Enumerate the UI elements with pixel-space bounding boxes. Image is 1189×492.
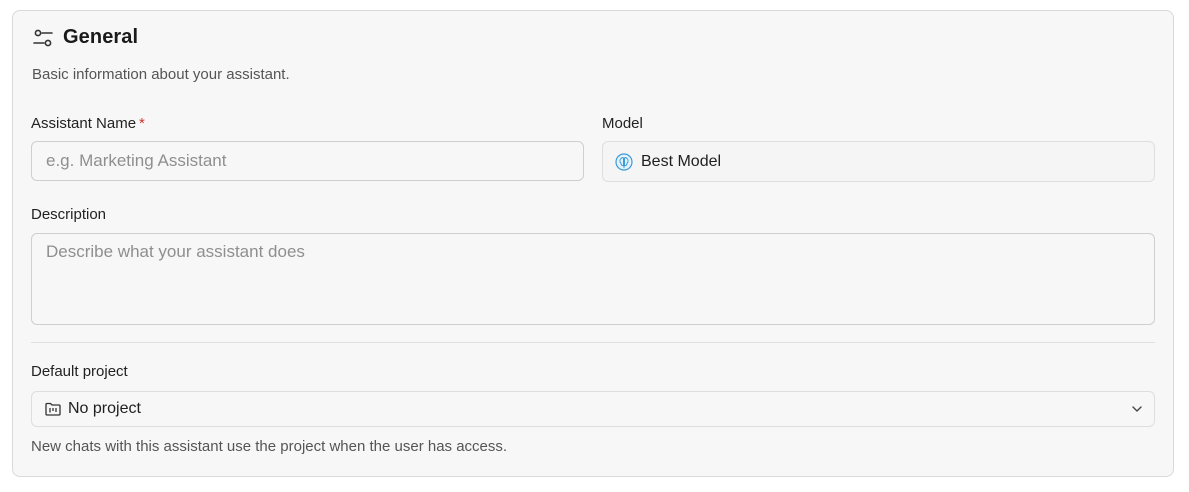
general-settings-card: General Basic information about your ass…	[12, 10, 1174, 477]
model-label: Model	[602, 115, 643, 132]
description-label: Description	[31, 206, 107, 223]
assistant-name-label: Assistant Name *	[31, 115, 145, 132]
description-textarea[interactable]	[31, 233, 1155, 325]
model-selector[interactable]: Best Model	[602, 141, 1155, 182]
section-subtitle: Basic information about your assistant.	[32, 66, 290, 83]
settings-sliders-icon	[32, 27, 54, 49]
chevron-down-icon	[1130, 402, 1144, 416]
assistant-name-label-text: Assistant Name	[31, 115, 137, 132]
section-divider	[31, 342, 1155, 343]
default-project-select[interactable]: No project	[31, 391, 1155, 427]
folder-kanban-icon	[44, 400, 62, 418]
default-project-value: No project	[68, 400, 141, 417]
section-header: General	[32, 26, 138, 49]
default-project-hint: New chats with this assistant use the pr…	[31, 438, 508, 455]
model-brain-icon	[615, 152, 633, 171]
assistant-name-input[interactable]	[31, 141, 584, 181]
section-title: General	[63, 26, 139, 48]
default-project-label: Default project	[31, 363, 128, 380]
required-asterisk: *	[139, 115, 145, 132]
model-value: Best Model	[641, 152, 722, 170]
